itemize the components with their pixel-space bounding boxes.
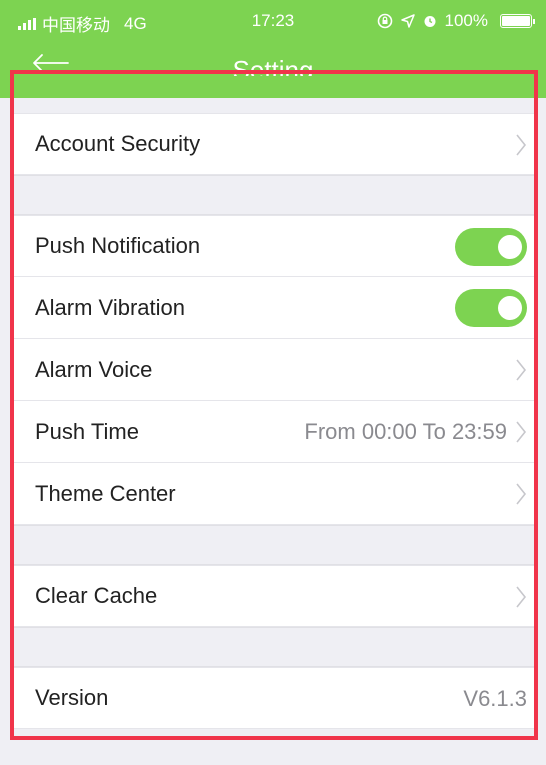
status-bar: 中国移动 4G 17:23 100% bbox=[0, 0, 546, 40]
push-notification-label: Push Notification bbox=[35, 233, 201, 258]
alarm-voice-row[interactable]: Alarm Voice bbox=[13, 339, 535, 401]
version-label: Version bbox=[35, 685, 109, 710]
settings-list: Account Security Push Notification Alarm… bbox=[13, 98, 535, 729]
account-security-label: Account Security bbox=[35, 131, 201, 156]
theme-center-row[interactable]: Theme Center bbox=[13, 463, 535, 525]
push-time-value: From 00:00 To 23:59 bbox=[304, 419, 507, 444]
theme-center-label: Theme Center bbox=[35, 480, 176, 506]
push-notification-toggle[interactable] bbox=[455, 228, 527, 266]
section-gap bbox=[13, 98, 535, 113]
section-gap bbox=[13, 627, 535, 667]
toggle-knob bbox=[498, 235, 522, 259]
row-accessory: From 00:00 To 23:59 bbox=[304, 401, 527, 463]
page-title: Setting bbox=[232, 55, 314, 76]
alarm-vibration-row: Alarm Vibration bbox=[13, 277, 535, 339]
push-time-row[interactable]: Push Time From 00:00 To 23:59 bbox=[13, 401, 535, 463]
row-accessory bbox=[515, 463, 527, 525]
nav-bar: Setting bbox=[0, 40, 546, 98]
row-accessory bbox=[455, 216, 527, 278]
push-notification-row: Push Notification bbox=[13, 215, 535, 277]
alarm-vibration-label: Alarm Vibration bbox=[35, 294, 185, 320]
account-security-row[interactable]: Account Security bbox=[13, 113, 535, 175]
chevron-right-icon bbox=[516, 421, 527, 443]
alarm-icon bbox=[424, 16, 436, 27]
battery-fill bbox=[502, 16, 530, 26]
row-accessory bbox=[515, 566, 527, 628]
chevron-right-icon bbox=[516, 134, 527, 156]
clear-cache-row[interactable]: Clear Cache bbox=[13, 565, 535, 627]
chevron-right-icon bbox=[516, 586, 527, 608]
orientation-lock-icon bbox=[377, 13, 392, 29]
alarm-voice-label: Alarm Voice bbox=[35, 356, 153, 382]
row-accessory: V6.1.3 bbox=[463, 668, 527, 730]
chevron-right-icon bbox=[516, 483, 527, 505]
status-right: 100% bbox=[377, 11, 535, 31]
row-accessory bbox=[455, 277, 527, 339]
section-gap bbox=[13, 525, 535, 565]
version-value: V6.1.3 bbox=[463, 686, 527, 711]
battery-icon bbox=[500, 14, 535, 28]
row-accessory bbox=[515, 114, 527, 176]
section-gap bbox=[13, 175, 535, 215]
battery-percent: 100% bbox=[444, 11, 488, 30]
alarm-vibration-toggle[interactable] bbox=[455, 289, 527, 327]
chevron-right-icon bbox=[516, 359, 527, 381]
version-row: Version V6.1.3 bbox=[13, 667, 535, 729]
app-header: 中国移动 4G 17:23 100% Setting bbox=[0, 0, 546, 98]
row-accessory bbox=[515, 339, 527, 401]
clear-cache-label: Clear Cache bbox=[35, 583, 158, 608]
push-time-label: Push Time bbox=[35, 418, 139, 444]
toggle-knob bbox=[498, 296, 522, 320]
location-icon bbox=[400, 14, 415, 28]
